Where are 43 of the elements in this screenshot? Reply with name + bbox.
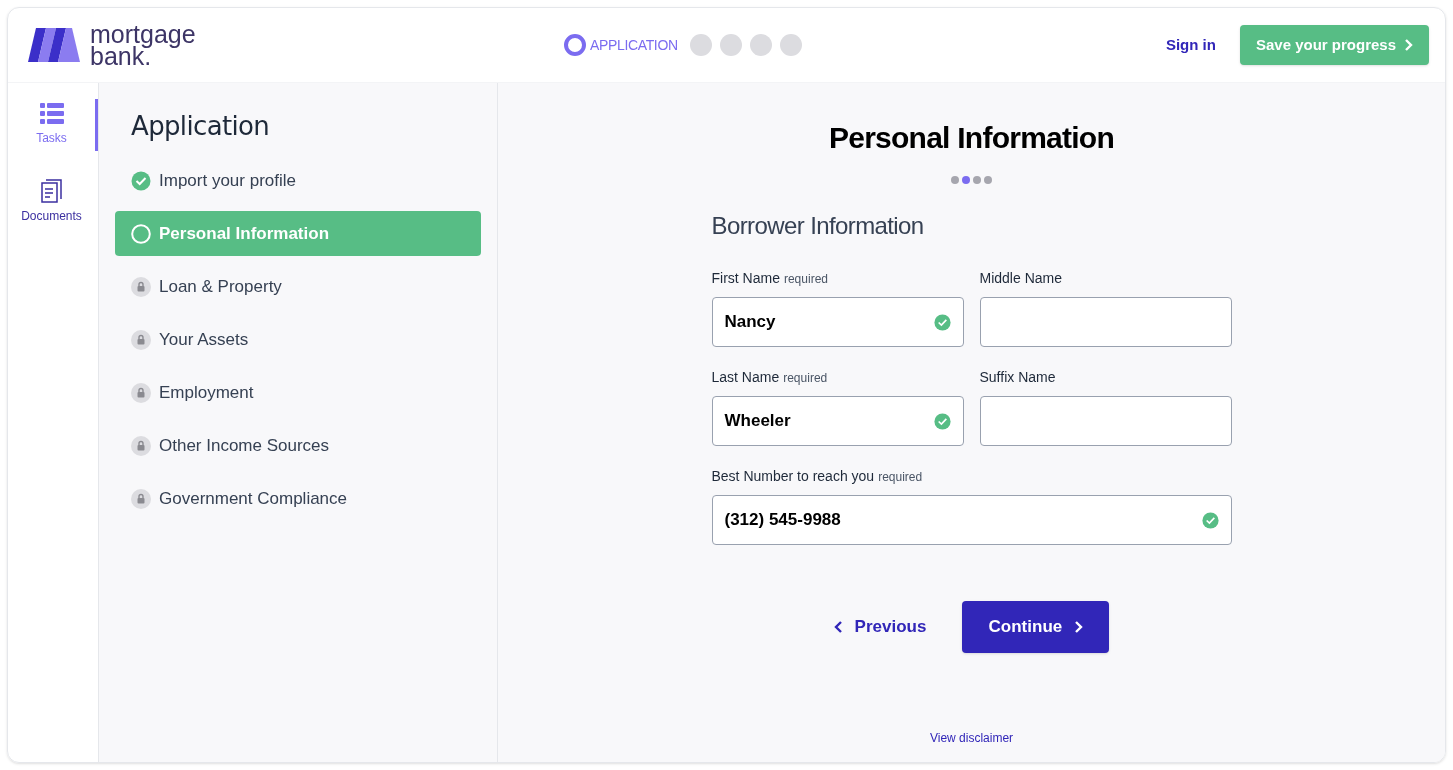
lock-icon bbox=[131, 382, 151, 403]
check-circle-icon bbox=[933, 412, 951, 430]
task-item[interactable]: Your Assets bbox=[115, 317, 481, 362]
lock-icon bbox=[131, 329, 151, 350]
text-field[interactable]: Wheeler bbox=[711, 396, 964, 446]
check-circle-icon bbox=[933, 313, 951, 331]
task-item[interactable]: Other Income Sources bbox=[115, 423, 481, 468]
lock-icon bbox=[131, 276, 151, 297]
chevron-right-icon bbox=[1404, 38, 1413, 52]
nav-rail-item[interactable]: Documents bbox=[8, 175, 98, 229]
text-field[interactable]: Nancy bbox=[711, 297, 964, 347]
document-icon bbox=[40, 179, 63, 203]
chevron-right-icon bbox=[1074, 620, 1084, 634]
field-label: Middle Name bbox=[979, 269, 1062, 288]
task-item[interactable]: Import your profile bbox=[115, 158, 481, 203]
task-item[interactable]: Loan & Property bbox=[115, 264, 481, 309]
chevron-left-icon bbox=[833, 620, 843, 634]
page-heading: Personal Information bbox=[828, 120, 1114, 156]
progress-step-label: APPLICATION bbox=[590, 35, 678, 55]
previous-link[interactable]: Previous bbox=[833, 614, 927, 640]
task-item[interactable]: Employment bbox=[115, 370, 481, 415]
field-label: Last Name bbox=[711, 368, 780, 387]
required-note: required bbox=[878, 469, 923, 486]
section-heading: Borrower Information bbox=[711, 211, 925, 241]
continue-button[interactable]: Continue bbox=[962, 601, 1110, 653]
field-label: First Name bbox=[711, 269, 780, 288]
required-note: required bbox=[783, 370, 828, 387]
field-label: Suffix Name bbox=[979, 368, 1056, 387]
task-item[interactable]: Government Compliance bbox=[115, 476, 481, 521]
text-field[interactable]: (312) 545-9988 bbox=[711, 495, 1232, 545]
check-circle-icon bbox=[131, 170, 151, 191]
field-label: Best Number to reach you bbox=[711, 467, 875, 486]
list-icon bbox=[39, 103, 64, 125]
lock-icon bbox=[131, 435, 151, 456]
text-field[interactable] bbox=[979, 396, 1232, 446]
required-note: required bbox=[783, 271, 828, 288]
lock-icon bbox=[131, 488, 151, 509]
disclaimer-link[interactable]: View disclaimer bbox=[929, 729, 1014, 747]
circle-icon bbox=[131, 223, 151, 244]
text-field[interactable] bbox=[979, 297, 1232, 347]
sign-in-link[interactable]: Sign in bbox=[1165, 33, 1216, 57]
check-circle-icon bbox=[1201, 511, 1219, 529]
tasks-heading: Application bbox=[130, 110, 271, 143]
